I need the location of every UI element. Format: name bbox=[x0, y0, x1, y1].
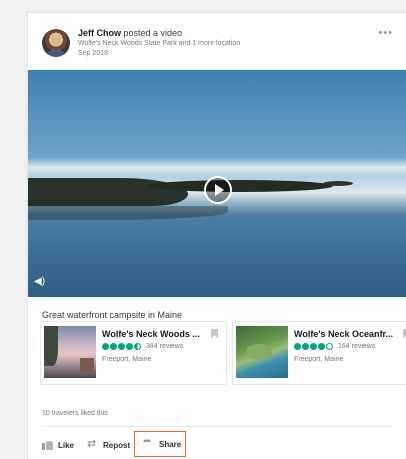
share-arrow-icon bbox=[143, 436, 155, 449]
post-date: Sep 2018 bbox=[78, 50, 108, 57]
post-location[interactable]: Wolfe's Neck Woods State Park and 1 more… bbox=[78, 40, 240, 47]
video-horizon bbox=[28, 158, 406, 178]
review-count[interactable]: 164 reviews bbox=[338, 343, 375, 350]
place-name: Wolfe's Neck Woods ... bbox=[102, 329, 200, 339]
video-island-small bbox=[323, 181, 353, 186]
video-island bbox=[148, 180, 333, 192]
author-name[interactable]: Jeff Chow bbox=[78, 28, 121, 38]
post-card: Jeff Chow posted a video Wolfe's Neck Wo… bbox=[27, 12, 406, 459]
thumbs-up-icon bbox=[42, 440, 54, 450]
rating-bubble-icon bbox=[302, 343, 309, 350]
place-card[interactable]: Wolfe's Neck Woods ... 384 reviews Freep… bbox=[40, 321, 227, 385]
rating-bubble-icon bbox=[126, 343, 133, 350]
post-caption: Great waterfront campsite in Maine bbox=[42, 310, 183, 320]
divider bbox=[42, 426, 393, 427]
rating-bubble-icon bbox=[118, 343, 125, 350]
post-byline: Jeff Chow posted a video bbox=[78, 28, 182, 39]
rating-bubbles: 164 reviews bbox=[294, 342, 375, 351]
rating-bubbles: 384 reviews bbox=[102, 342, 183, 351]
place-thumbnail bbox=[236, 326, 288, 378]
rating-bubble-icon bbox=[326, 343, 333, 350]
rating-bubble-icon bbox=[102, 343, 109, 350]
place-location: Freeport, Maine bbox=[102, 356, 152, 363]
post-header: Jeff Chow posted a video Wolfe's Neck Wo… bbox=[28, 13, 406, 69]
repost-label: Repost bbox=[103, 440, 131, 450]
avatar[interactable] bbox=[42, 29, 70, 57]
repost-icon bbox=[87, 437, 99, 450]
review-count[interactable]: 384 reviews bbox=[146, 343, 183, 350]
repost-button[interactable]: Repost bbox=[87, 436, 130, 454]
rating-bubble-icon bbox=[294, 343, 301, 350]
like-button[interactable]: Like bbox=[42, 436, 74, 454]
rating-bubble-icon bbox=[134, 343, 141, 350]
video-reflection bbox=[28, 206, 228, 220]
more-options-icon[interactable]: ••• bbox=[378, 27, 393, 39]
share-button[interactable]: Share bbox=[134, 431, 186, 457]
speaker-icon[interactable]: ◀) bbox=[34, 276, 45, 287]
place-location: Freeport, Maine bbox=[294, 356, 344, 363]
rating-bubble-icon bbox=[110, 343, 117, 350]
share-label: Share bbox=[159, 439, 182, 449]
place-card[interactable]: Wolfe's Neck Oceanfr... 164 reviews Free… bbox=[232, 321, 406, 385]
place-carousel: Wolfe's Neck Woods ... 384 reviews Freep… bbox=[28, 321, 406, 387]
play-icon[interactable] bbox=[204, 176, 232, 204]
post-actions: Like Repost Share bbox=[28, 431, 406, 459]
video-player[interactable]: ◀) bbox=[28, 70, 406, 297]
post-action: posted a video bbox=[121, 28, 183, 38]
likes-count[interactable]: 10 travelers liked this bbox=[42, 410, 108, 417]
like-label: Like bbox=[58, 440, 75, 450]
place-thumbnail bbox=[44, 326, 96, 378]
rating-bubble-icon bbox=[318, 343, 325, 350]
place-name: Wolfe's Neck Oceanfr... bbox=[294, 329, 394, 339]
bookmark-icon[interactable] bbox=[211, 329, 218, 338]
rating-bubble-icon bbox=[310, 343, 317, 350]
